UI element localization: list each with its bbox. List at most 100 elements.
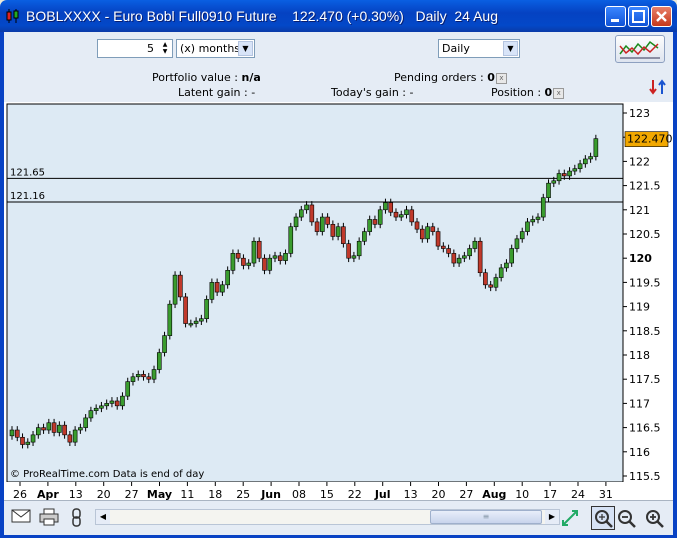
candle-body (572, 168, 578, 172)
scroll-right-icon[interactable]: ▶ (545, 510, 559, 524)
candle-body (46, 422, 52, 431)
x-tick-label: May (147, 488, 172, 500)
candle-body (330, 224, 336, 237)
candle-body (183, 296, 188, 324)
minimize-icon (611, 19, 619, 22)
x-tick-label: 26 (13, 488, 27, 500)
printer-icon (39, 508, 59, 526)
zoom-in-button[interactable] (644, 508, 666, 528)
candle-body (230, 253, 236, 271)
x-tick-label: Aug (482, 488, 506, 500)
candlestick-chart[interactable]: 115.5 116 116.5 117 117.5 118 118.5 119 119.5 120… (4, 102, 673, 501)
candle-body (267, 257, 273, 271)
candle-body (446, 248, 451, 254)
print-button[interactable] (38, 508, 60, 528)
portfolio-value-row: Portfolio value : n/a (152, 71, 261, 84)
chevron-down-icon: ▼ (238, 41, 253, 56)
candle-body (398, 214, 404, 218)
candle-body (9, 429, 15, 437)
maximize-button[interactable] (628, 6, 649, 27)
candle-body (356, 240, 362, 257)
candle-body (162, 335, 167, 353)
autoscale-button[interactable] (559, 508, 581, 528)
candle-body (135, 374, 141, 378)
candle-body (204, 299, 209, 319)
price-chart-area[interactable]: 115.5 116 116.5 117 117.5 118 118.5 119 119.5 120… (4, 102, 673, 501)
app-candlestick-icon (6, 9, 19, 23)
envelope-icon (11, 509, 31, 523)
zoom-fit-button[interactable] (591, 506, 615, 530)
candle-body (483, 272, 488, 286)
chart-indicators-button[interactable] (615, 35, 665, 63)
y-tick-label: 116 (629, 446, 650, 459)
candle-body (167, 303, 173, 336)
candle-body (93, 407, 99, 411)
swap-arrows-icon[interactable] (648, 77, 670, 97)
pending-orders-close-icon[interactable]: x (495, 72, 507, 84)
scroll-left-icon[interactable]: ◀ (96, 510, 110, 524)
candle-body (488, 284, 493, 288)
candle-body (462, 255, 467, 259)
x-tick-label: Apr (37, 488, 59, 500)
y-tick-label: 117.5 (629, 373, 661, 386)
portfolio-value-label: Portfolio value : (152, 71, 242, 84)
last-price-marker: 122.470 (624, 131, 673, 147)
watermark-text: © ProRealTime.com Data is end of day (10, 469, 204, 480)
candle-body (57, 424, 62, 433)
candle-body (351, 255, 357, 259)
spinner-arrows-icon[interactable]: ▲ ▼ (160, 41, 170, 56)
period-value: 5 (147, 42, 154, 55)
candle-body (193, 320, 199, 324)
minimize-button[interactable] (605, 6, 626, 27)
period-unit-select[interactable]: (x) months ▼ (176, 39, 255, 58)
x-tick-label: 20 (97, 488, 111, 500)
candle-body (225, 270, 230, 286)
candle-body (514, 238, 520, 249)
x-tick-label: Jul (374, 488, 391, 500)
position-row: Position : 0x (491, 86, 565, 99)
position-close-icon[interactable]: x (553, 87, 565, 99)
attach-button[interactable] (66, 508, 88, 528)
y-tick-label: 123 (629, 107, 650, 120)
candle-body (388, 202, 394, 213)
candle-body (593, 138, 599, 157)
x-tick-label: 17 (543, 488, 557, 500)
candle-body (262, 257, 267, 271)
candle-body (288, 226, 294, 254)
x-tick-label: 08 (292, 488, 306, 500)
candle-body (404, 209, 409, 215)
interval-select[interactable]: Daily ▼ (438, 39, 520, 58)
x-tick-label: 27 (459, 488, 473, 500)
candle-body (556, 173, 562, 182)
candle-body (172, 274, 178, 305)
x-tick-label: 13 (404, 488, 418, 500)
plot-area[interactable] (6, 103, 624, 483)
bottom-toolbar: ◀ ≡ ▶ (4, 500, 673, 535)
position-value: 0 (544, 86, 553, 99)
x-tick-label: 13 (69, 488, 83, 500)
x-tick-label: 22 (348, 488, 362, 500)
x-tick-label: 25 (236, 488, 250, 500)
x-tick-label: 20 (432, 488, 446, 500)
chart-scrollbar[interactable]: ◀ ≡ ▶ (95, 509, 560, 525)
y-tick-label: 117 (629, 397, 650, 410)
candle-body (156, 352, 162, 370)
candle-body (362, 231, 367, 242)
candle-body (120, 395, 125, 407)
candle-body (583, 158, 588, 165)
candle-body (178, 274, 183, 298)
scrollbar-thumb[interactable]: ≡ (430, 510, 542, 524)
y-tick-label: 122 (629, 155, 650, 168)
zoom-out-button[interactable] (616, 508, 638, 528)
candle-body (498, 267, 504, 278)
y-tick-label: 119 (629, 301, 650, 314)
email-button[interactable] (10, 508, 32, 528)
candle-body (41, 427, 46, 431)
candle-body (493, 277, 499, 288)
period-value-spinner[interactable]: 5 ▲ ▼ (97, 39, 173, 58)
candle-body (125, 381, 131, 397)
candle-body (146, 376, 152, 380)
candle-body (83, 417, 88, 428)
close-button[interactable] (651, 6, 672, 27)
candle-body (246, 262, 251, 266)
